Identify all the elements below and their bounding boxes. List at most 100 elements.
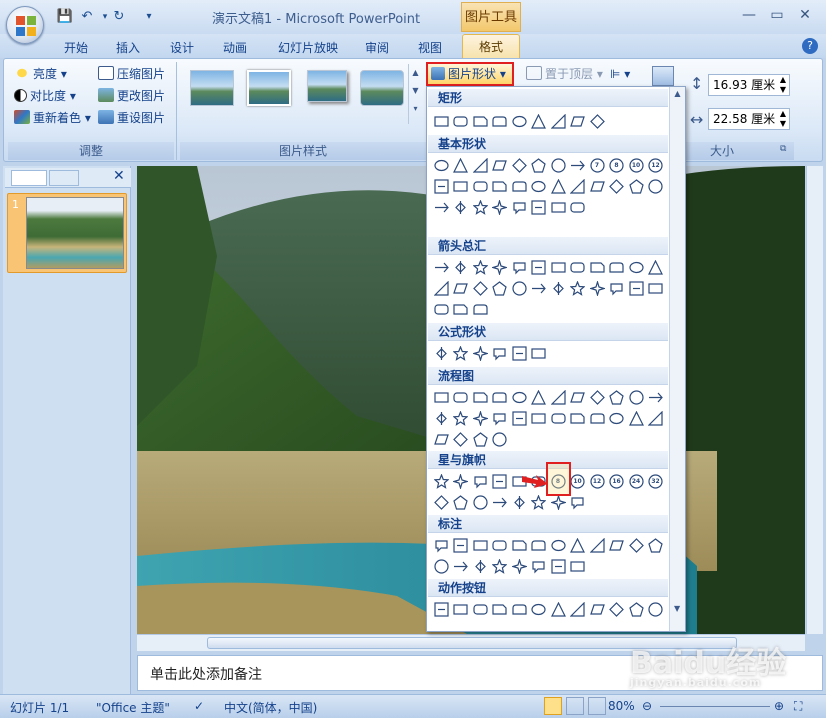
zoom-level[interactable]: 80%	[608, 699, 635, 713]
height-input[interactable]: 16.93 厘米 ▲ ▼	[708, 74, 790, 96]
shape-option[interactable]	[609, 259, 625, 275]
shape-option[interactable]	[511, 494, 527, 510]
shape-option[interactable]	[648, 280, 664, 296]
shape-option[interactable]	[550, 410, 566, 426]
shape-option[interactable]	[570, 494, 586, 510]
shape-option[interactable]	[472, 537, 488, 553]
shape-option[interactable]	[550, 389, 566, 405]
shape-option[interactable]	[453, 494, 469, 510]
tab-animation[interactable]: 动画	[213, 38, 257, 58]
size-dialog-launcher-icon[interactable]: ⧉	[780, 144, 786, 154]
shape-option[interactable]	[550, 157, 566, 173]
crop-icon[interactable]	[652, 66, 674, 86]
shape-option[interactable]	[453, 178, 469, 194]
shape-option[interactable]	[511, 157, 527, 173]
shape-option[interactable]	[453, 537, 469, 553]
shape-option[interactable]	[550, 280, 566, 296]
shape-option[interactable]	[433, 199, 449, 215]
shape-option[interactable]	[511, 280, 527, 296]
shape-option[interactable]	[531, 389, 547, 405]
shape-option[interactable]	[472, 157, 488, 173]
shape-option[interactable]	[492, 431, 508, 447]
shape-option[interactable]	[472, 389, 488, 405]
shape-option[interactable]	[453, 301, 469, 317]
shape-option[interactable]	[453, 345, 469, 361]
shape-option[interactable]	[453, 280, 469, 296]
tab-insert[interactable]: 插入	[106, 38, 150, 58]
shape-option[interactable]	[570, 280, 586, 296]
shape-option[interactable]	[511, 259, 527, 275]
shape-option[interactable]	[472, 199, 488, 215]
picture-style-thumb-3[interactable]	[307, 70, 347, 102]
shape-option[interactable]	[570, 199, 586, 215]
shape-option[interactable]	[531, 537, 547, 553]
zoom-slider[interactable]	[660, 706, 770, 707]
undo-icon[interactable]: ↶	[78, 9, 96, 25]
shape-option[interactable]	[472, 178, 488, 194]
shape-option[interactable]	[511, 113, 527, 129]
shape-option[interactable]	[472, 259, 488, 275]
shape-option[interactable]	[492, 280, 508, 296]
shape-option[interactable]	[589, 389, 605, 405]
shape-option[interactable]	[492, 345, 508, 361]
close-button[interactable]: ✕	[794, 6, 816, 24]
shape-option[interactable]	[472, 601, 488, 617]
shape-option[interactable]	[492, 113, 508, 129]
shape-option[interactable]	[589, 113, 605, 129]
shape-option[interactable]	[609, 537, 625, 553]
tab-home[interactable]: 开始	[52, 38, 100, 58]
brightness-button[interactable]: 亮度 ▾	[14, 64, 67, 84]
change-picture-button[interactable]: 更改图片	[98, 86, 165, 106]
shape-option[interactable]	[570, 410, 586, 426]
shape-option[interactable]	[472, 558, 488, 574]
shape-option[interactable]	[648, 259, 664, 275]
shape-option[interactable]	[511, 410, 527, 426]
shape-option[interactable]	[531, 157, 547, 173]
shape-option[interactable]	[511, 345, 527, 361]
shape-option[interactable]	[628, 389, 644, 405]
shape-option[interactable]	[453, 113, 469, 129]
shape-option[interactable]	[550, 558, 566, 574]
shape-option[interactable]	[433, 410, 449, 426]
shape-option[interactable]	[550, 537, 566, 553]
shape-option[interactable]	[433, 389, 449, 405]
shape-option[interactable]: 16	[609, 473, 625, 489]
recolor-button[interactable]: 重新着色 ▾	[14, 108, 91, 128]
shape-option[interactable]	[628, 410, 644, 426]
shape-option[interactable]	[648, 537, 664, 553]
shape-option[interactable]: 7	[589, 157, 605, 173]
shape-option[interactable]	[570, 601, 586, 617]
shape-option[interactable]	[628, 537, 644, 553]
shape-option[interactable]	[472, 280, 488, 296]
gallery-up-icon[interactable]: ▲	[409, 64, 422, 82]
minimize-button[interactable]: —	[738, 6, 760, 24]
shape-option[interactable]	[648, 389, 664, 405]
shape-option[interactable]	[511, 601, 527, 617]
tab-slideshow[interactable]: 幻灯片放映	[269, 38, 347, 58]
shape-option[interactable]	[550, 259, 566, 275]
shape-option[interactable]	[609, 178, 625, 194]
picture-style-thumb-1[interactable]	[190, 70, 234, 106]
shape-option[interactable]	[589, 178, 605, 194]
shape-option[interactable]	[433, 178, 449, 194]
shape-option[interactable]	[570, 259, 586, 275]
shape-option[interactable]	[511, 178, 527, 194]
tab-view[interactable]: 视图	[408, 38, 452, 58]
shape-option[interactable]	[453, 601, 469, 617]
slideshow-view-icon[interactable]	[588, 697, 606, 715]
shape-option[interactable]	[453, 259, 469, 275]
shape-option[interactable]	[511, 389, 527, 405]
shape-option[interactable]	[531, 410, 547, 426]
shape-option[interactable]	[550, 199, 566, 215]
redo-icon[interactable]: ↻	[110, 9, 128, 25]
shape-option[interactable]	[492, 537, 508, 553]
shape-option[interactable]	[472, 473, 488, 489]
shape-option[interactable]	[433, 280, 449, 296]
shape-option[interactable]	[433, 113, 449, 129]
shape-option[interactable]	[531, 280, 547, 296]
shape-option[interactable]	[433, 601, 449, 617]
gallery-more-icon[interactable]: ▾	[409, 100, 422, 118]
shape-option[interactable]	[589, 280, 605, 296]
shape-option[interactable]	[570, 558, 586, 574]
tab-review[interactable]: 审阅	[355, 38, 399, 58]
